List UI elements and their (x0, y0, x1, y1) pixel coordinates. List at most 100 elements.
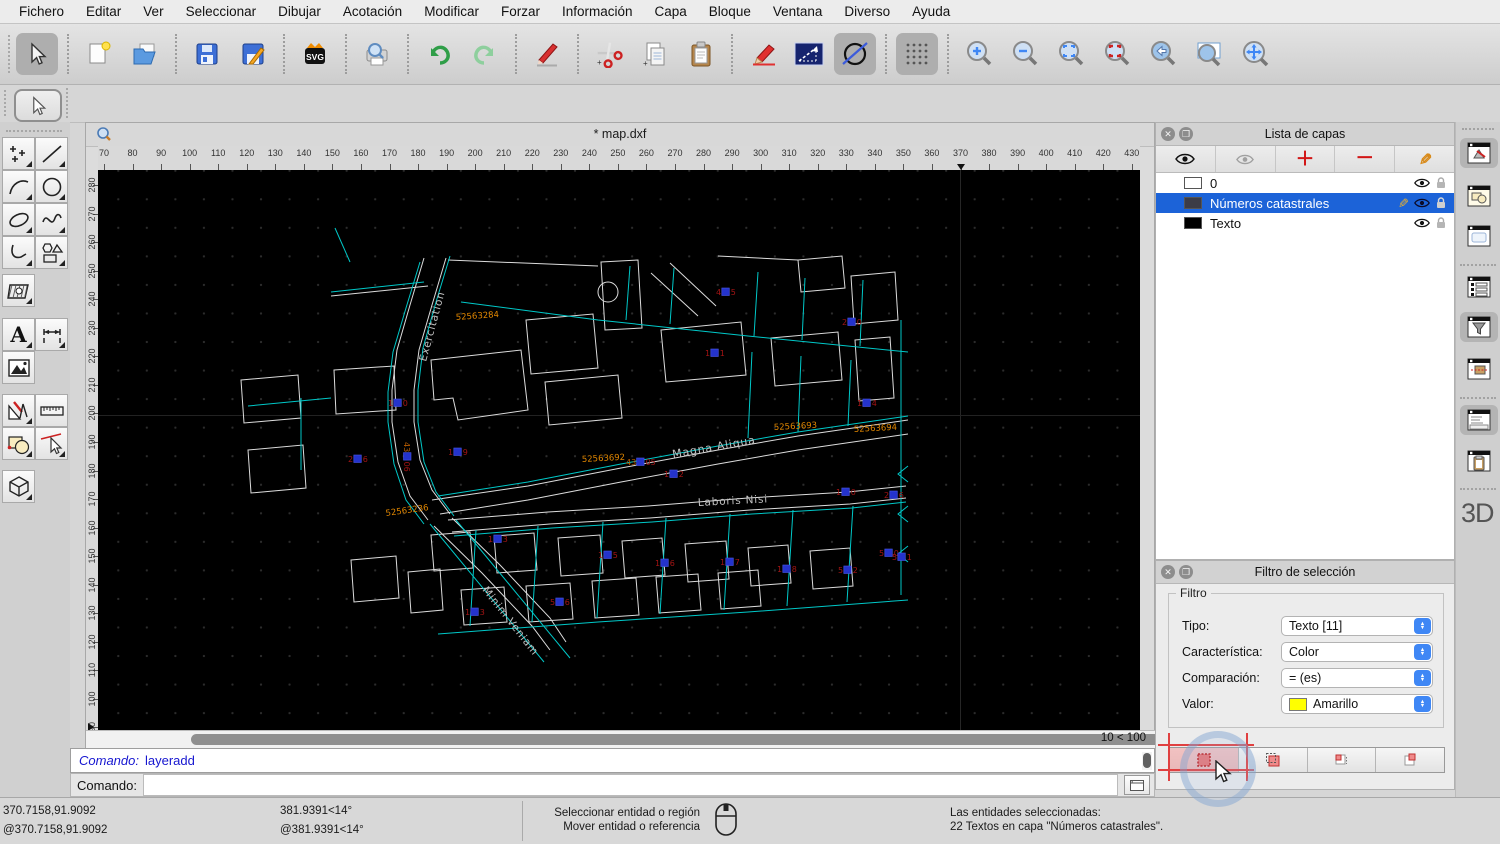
svg-text:1: 1 (777, 565, 782, 574)
restrict-off-button[interactable] (834, 33, 876, 75)
filter-value-select[interactable]: Amarillo ▲ ▼ (1281, 694, 1433, 714)
intersect-selection-button[interactable] (1376, 748, 1444, 772)
undo-button[interactable] (418, 33, 460, 75)
edit-pencil-icon[interactable]: ✎ (1395, 198, 1411, 209)
grid-toggle-button[interactable] (896, 33, 938, 75)
drawing-canvas[interactable]: Exercitation Magna Aliqua Laboris Nisi Mini… (98, 170, 1140, 730)
selection-tool-button[interactable] (14, 89, 62, 122)
menu-ver[interactable]: Ver (132, 4, 174, 19)
scrollbar-thumb[interactable] (191, 734, 1191, 745)
layer-row-texto[interactable]: Texto (1156, 213, 1454, 233)
layer-visible-icon[interactable] (1414, 198, 1430, 208)
menu-capa[interactable]: Capa (644, 4, 698, 19)
blocks-panel-toggle[interactable] (1463, 181, 1495, 211)
menu-fichero[interactable]: Fichero (8, 4, 75, 19)
menu-forzar[interactable]: Forzar (490, 4, 551, 19)
layer-name: 0 (1210, 175, 1218, 191)
menu-modificar[interactable]: Modificar (413, 4, 490, 19)
command-window-toggle-button[interactable] (1124, 775, 1150, 795)
filter-type-select[interactable]: Texto [11] ▲ ▼ (1281, 616, 1433, 636)
property-editor-toggle[interactable] (1463, 272, 1495, 302)
zoom-out-button[interactable] (1004, 33, 1046, 75)
draw-pencil-button[interactable] (742, 33, 784, 75)
zoom-fit-button[interactable] (1050, 33, 1092, 75)
paste-button[interactable] (680, 33, 722, 75)
menu-bloque[interactable]: Bloque (698, 4, 762, 19)
save-button[interactable] (186, 33, 228, 75)
point-tool-button[interactable] (2, 137, 35, 170)
save-as-button[interactable] (232, 33, 274, 75)
erase-button[interactable] (526, 33, 568, 75)
image-tool-button[interactable] (2, 351, 35, 384)
show-all-layers-button[interactable] (1156, 146, 1216, 172)
add-layer-button[interactable]: ＋ (1276, 146, 1336, 172)
layers-panel-toggle[interactable] (1460, 138, 1498, 168)
close-panel-button[interactable]: ✕ (1161, 127, 1175, 141)
modify-tool-button[interactable] (2, 427, 35, 460)
history-scrollbar[interactable] (1142, 752, 1152, 770)
copy-button[interactable]: + (634, 33, 676, 75)
new-file-button[interactable] (78, 33, 120, 75)
layer-lock-icon[interactable] (1436, 177, 1446, 189)
menu-diverso[interactable]: Diverso (833, 4, 901, 19)
menu-ayuda[interactable]: Ayuda (901, 4, 961, 19)
history-scrollbar-thumb[interactable] (1143, 753, 1151, 768)
spline-tool-button[interactable] (35, 203, 68, 236)
menu-acotación[interactable]: Acotación (332, 4, 413, 19)
select-entity-tool-button[interactable] (35, 427, 68, 460)
close-panel-button[interactable]: ✕ (1161, 565, 1175, 579)
zoom-window-button[interactable] (1096, 33, 1138, 75)
menu-información[interactable]: Información (551, 4, 644, 19)
circle-tool-button[interactable] (35, 170, 68, 203)
layer-row-numeros-catastrales[interactable]: Números catastrales ✎ (1156, 193, 1454, 213)
menu-ventana[interactable]: Ventana (762, 4, 834, 19)
line-tool-button[interactable] (35, 137, 68, 170)
remove-from-selection-button[interactable] (1308, 748, 1377, 772)
layer-visible-icon[interactable] (1414, 218, 1430, 228)
show-current-layer-button[interactable] (1216, 146, 1276, 172)
views-panel-toggle[interactable] (1463, 221, 1495, 251)
detach-panel-button[interactable]: ❐ (1179, 565, 1193, 579)
polyline-tool-button[interactable] (2, 236, 35, 269)
svg-export-button[interactable]: SVG (294, 33, 336, 75)
zoom-in-button[interactable] (958, 33, 1000, 75)
layer-row-0[interactable]: 0 (1156, 173, 1454, 193)
remove-layer-button[interactable]: － (1335, 146, 1396, 172)
ortho-mode-button[interactable] (788, 33, 830, 75)
open-file-button[interactable] (124, 33, 166, 75)
filter-comparison-select[interactable]: = (es) ▲ ▼ (1281, 668, 1433, 688)
filter-characteristic-select[interactable]: Color ▲ ▼ (1281, 642, 1433, 662)
layer-lock-icon[interactable] (1436, 197, 1446, 209)
ellipse-tool-button[interactable] (2, 203, 35, 236)
zoom-previous-button[interactable] (1142, 33, 1184, 75)
menu-editar[interactable]: Editar (75, 4, 132, 19)
dimension-tool-button[interactable] (35, 318, 68, 351)
clipboard-panel-toggle[interactable] (1463, 446, 1495, 476)
measure-tool-button[interactable] (35, 394, 68, 427)
print-preview-button[interactable] (356, 33, 398, 75)
edit-layer-button[interactable]: ✎ (1395, 146, 1454, 172)
layer-lock-icon[interactable] (1436, 217, 1446, 229)
ellipse-tool-icon (7, 208, 31, 232)
select-tool-button[interactable] (16, 33, 58, 75)
shape-tool-button[interactable] (35, 236, 68, 269)
text-tool-button[interactable]: A (2, 318, 35, 351)
zoom-auto-button[interactable] (1188, 33, 1230, 75)
toolbar-handle (8, 35, 10, 73)
command-input[interactable] (142, 774, 1118, 796)
command-line-toggle[interactable] (1460, 405, 1498, 435)
pan-button[interactable] (1234, 33, 1276, 75)
arc-tool-button[interactable] (2, 170, 35, 203)
selection-filter-toggle[interactable] (1460, 312, 1498, 342)
menu-seleccionar[interactable]: Seleccionar (175, 4, 268, 19)
menu-dibujar[interactable]: Dibujar (267, 4, 332, 19)
canvas-horizontal-scrollbar[interactable]: 10 < 100 (86, 730, 1191, 748)
cut-button[interactable]: + (588, 33, 630, 75)
draw-tools-button[interactable] (2, 394, 35, 427)
layer-visible-icon[interactable] (1414, 178, 1430, 188)
hatch-tool-button[interactable] (2, 274, 35, 307)
pattern-panel-toggle[interactable] (1463, 354, 1495, 384)
detach-panel-button[interactable]: ❐ (1179, 127, 1193, 141)
redo-button[interactable] (464, 33, 506, 75)
solid-3d-tool-button[interactable] (2, 470, 35, 503)
